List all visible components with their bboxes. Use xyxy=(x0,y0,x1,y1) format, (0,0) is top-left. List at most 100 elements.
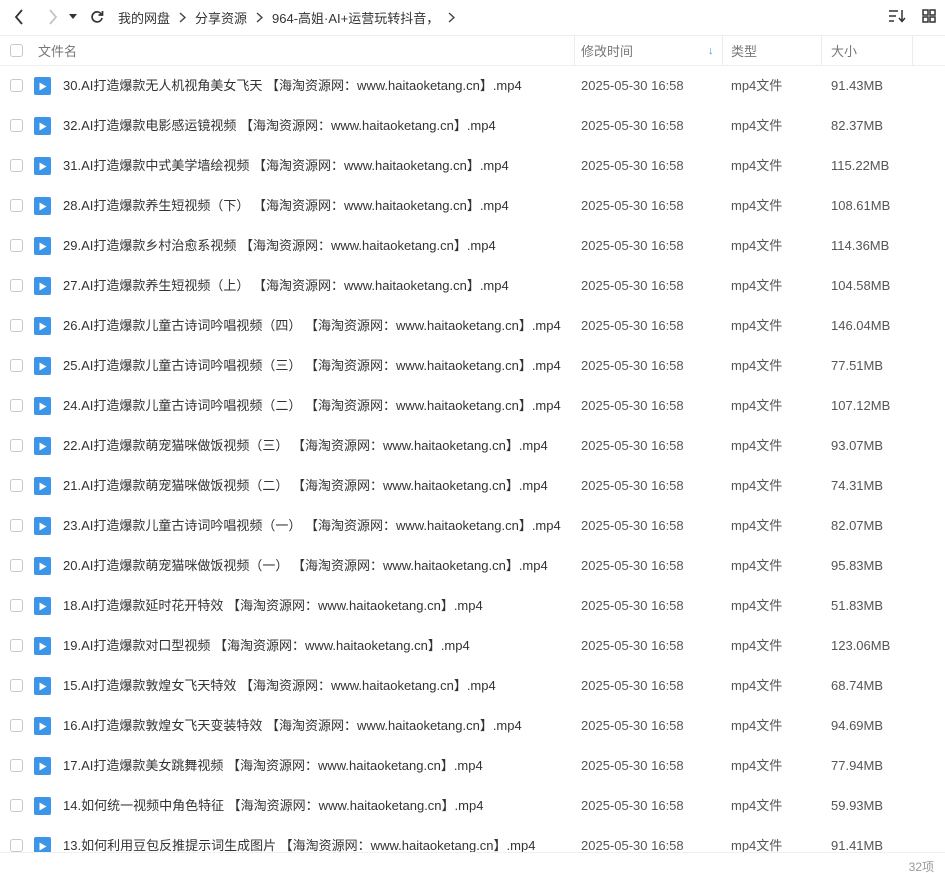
file-modified: 2025-05-30 16:58 xyxy=(581,518,684,533)
file-size: 77.94MB xyxy=(831,758,884,773)
row-checkbox[interactable] xyxy=(10,399,23,412)
table-row[interactable]: 24.AI打造爆款儿童古诗词吟唱视频（二） 【海淘资源网：www.haitaok… xyxy=(0,386,945,426)
video-file-icon xyxy=(34,357,51,375)
row-checkbox[interactable] xyxy=(10,319,23,332)
file-name[interactable]: 26.AI打造爆款儿童古诗词吟唱视频（四） 【海淘资源网：www.haitaok… xyxy=(63,306,561,346)
row-checkbox[interactable] xyxy=(10,359,23,372)
column-divider[interactable] xyxy=(821,36,822,65)
table-row[interactable]: 14.如何统一视频中角色特征 【海淘资源网：www.haitaoketang.c… xyxy=(0,786,945,826)
column-header-name[interactable]: 文件名 xyxy=(38,36,77,65)
file-name[interactable]: 17.AI打造爆款美女跳舞视频 【海淘资源网：www.haitaoketang.… xyxy=(63,746,483,786)
row-checkbox[interactable] xyxy=(10,719,23,732)
file-name[interactable]: 28.AI打造爆款养生短视频（下） 【海淘资源网：www.haitaoketan… xyxy=(63,186,509,226)
chevron-right-icon xyxy=(179,11,187,23)
table-row[interactable]: 15.AI打造爆款敦煌女飞天特效 【海淘资源网：www.haitaoketang… xyxy=(0,666,945,706)
table-row[interactable]: 29.AI打造爆款乡村治愈系视频 【海淘资源网：www.haitaoketang… xyxy=(0,226,945,266)
file-name[interactable]: 23.AI打造爆款儿童古诗词吟唱视频（一） 【海淘资源网：www.haitaok… xyxy=(63,506,561,546)
file-type: mp4文件 xyxy=(731,598,783,613)
column-header-size[interactable]: 大小 xyxy=(831,36,857,65)
table-row[interactable]: 17.AI打造爆款美女跳舞视频 【海淘资源网：www.haitaoketang.… xyxy=(0,746,945,786)
row-checkbox[interactable] xyxy=(10,679,23,692)
row-checkbox[interactable] xyxy=(10,639,23,652)
table-row[interactable]: 22.AI打造爆款萌宠猫咪做饭视频（三） 【海淘资源网：www.haitaoke… xyxy=(0,426,945,466)
file-name[interactable]: 16.AI打造爆款敦煌女飞天变装特效 【海淘资源网：www.haitaoketa… xyxy=(63,706,522,746)
table-row[interactable]: 26.AI打造爆款儿童古诗词吟唱视频（四） 【海淘资源网：www.haitaok… xyxy=(0,306,945,346)
file-name[interactable]: 32.AI打造爆款电影感运镜视频 【海淘资源网：www.haitaoketang… xyxy=(63,106,496,146)
file-size: 74.31MB xyxy=(831,478,884,493)
file-name[interactable]: 21.AI打造爆款萌宠猫咪做饭视频（二） 【海淘资源网：www.haitaoke… xyxy=(63,466,548,506)
breadcrumb-item[interactable]: 分享资源 xyxy=(195,8,247,27)
row-checkbox[interactable] xyxy=(10,199,23,212)
column-header-modified[interactable]: 修改时间 ↓ xyxy=(581,36,721,65)
file-name[interactable]: 20.AI打造爆款萌宠猫咪做饭视频（一） 【海淘资源网：www.haitaoke… xyxy=(63,546,548,586)
row-checkbox[interactable] xyxy=(10,239,23,252)
table-row[interactable]: 28.AI打造爆款养生短视频（下） 【海淘资源网：www.haitaoketan… xyxy=(0,186,945,226)
file-name[interactable]: 24.AI打造爆款儿童古诗词吟唱视频（二） 【海淘资源网：www.haitaok… xyxy=(63,386,561,426)
chevron-right-icon[interactable] xyxy=(448,11,456,23)
table-row[interactable]: 32.AI打造爆款电影感运镜视频 【海淘资源网：www.haitaoketang… xyxy=(0,106,945,146)
toolbar-actions xyxy=(887,6,939,26)
file-name[interactable]: 25.AI打造爆款儿童古诗词吟唱视频（三） 【海淘资源网：www.haitaok… xyxy=(63,346,561,386)
back-button[interactable] xyxy=(6,4,32,30)
table-row[interactable]: 13.如何利用豆包反推提示词生成图片 【海淘资源网：www.haitaoketa… xyxy=(0,826,945,852)
file-type: mp4文件 xyxy=(731,638,783,653)
column-header-type[interactable]: 类型 xyxy=(731,36,757,65)
forward-button[interactable] xyxy=(40,4,66,30)
row-checkbox[interactable] xyxy=(10,799,23,812)
file-size: 51.83MB xyxy=(831,598,884,613)
breadcrumb-item-current[interactable]: 964-高姐·AI+运营玩转抖音， xyxy=(272,8,439,27)
column-divider[interactable] xyxy=(722,36,723,65)
select-all-checkbox[interactable] xyxy=(10,44,23,57)
file-modified: 2025-05-30 16:58 xyxy=(581,598,684,613)
row-checkbox[interactable] xyxy=(10,559,23,572)
file-name[interactable]: 27.AI打造爆款养生短视频（上） 【海淘资源网：www.haitaoketan… xyxy=(63,266,509,306)
file-name[interactable]: 31.AI打造爆款中式美学墙绘视频 【海淘资源网：www.haitaoketan… xyxy=(63,146,509,186)
row-checkbox[interactable] xyxy=(10,759,23,772)
file-list: 30.AI打造爆款无人机视角美女飞天 【海淘资源网：www.haitaoketa… xyxy=(0,66,945,852)
table-row[interactable]: 16.AI打造爆款敦煌女飞天变装特效 【海淘资源网：www.haitaoketa… xyxy=(0,706,945,746)
file-name[interactable]: 22.AI打造爆款萌宠猫咪做饭视频（三） 【海淘资源网：www.haitaoke… xyxy=(63,426,548,466)
row-checkbox[interactable] xyxy=(10,519,23,532)
row-checkbox[interactable] xyxy=(10,479,23,492)
table-row[interactable]: 27.AI打造爆款养生短视频（上） 【海淘资源网：www.haitaoketan… xyxy=(0,266,945,306)
table-row[interactable]: 31.AI打造爆款中式美学墙绘视频 【海淘资源网：www.haitaoketan… xyxy=(0,146,945,186)
column-divider[interactable] xyxy=(912,36,913,65)
file-type: mp4文件 xyxy=(731,198,783,213)
row-checkbox[interactable] xyxy=(10,599,23,612)
refresh-button[interactable] xyxy=(84,4,110,30)
table-row[interactable]: 25.AI打造爆款儿童古诗词吟唱视频（三） 【海淘资源网：www.haitaok… xyxy=(0,346,945,386)
table-row[interactable]: 19.AI打造爆款对口型视频 【海淘资源网：www.haitaoketang.c… xyxy=(0,626,945,666)
history-dropdown[interactable] xyxy=(66,4,80,30)
file-modified: 2025-05-30 16:58 xyxy=(581,838,684,852)
table-row[interactable]: 23.AI打造爆款儿童古诗词吟唱视频（一） 【海淘资源网：www.haitaok… xyxy=(0,506,945,546)
file-name[interactable]: 13.如何利用豆包反推提示词生成图片 【海淘资源网：www.haitaoketa… xyxy=(63,826,535,852)
file-name[interactable]: 19.AI打造爆款对口型视频 【海淘资源网：www.haitaoketang.c… xyxy=(63,626,470,666)
row-checkbox[interactable] xyxy=(10,119,23,132)
toolbar: 我的网盘 分享资源 964-高姐·AI+运营玩转抖音， xyxy=(0,0,945,34)
row-checkbox[interactable] xyxy=(10,839,23,852)
column-divider[interactable] xyxy=(574,36,575,65)
file-name[interactable]: 30.AI打造爆款无人机视角美女飞天 【海淘资源网：www.haitaoketa… xyxy=(63,66,522,106)
column-header-modified-label: 修改时间 xyxy=(581,44,634,59)
row-checkbox[interactable] xyxy=(10,79,23,92)
breadcrumb-item[interactable]: 我的网盘 xyxy=(118,8,170,27)
table-row[interactable]: 21.AI打造爆款萌宠猫咪做饭视频（二） 【海淘资源网：www.haitaoke… xyxy=(0,466,945,506)
view-toggle-button[interactable] xyxy=(919,6,939,26)
row-checkbox[interactable] xyxy=(10,279,23,292)
table-row[interactable]: 30.AI打造爆款无人机视角美女飞天 【海淘资源网：www.haitaoketa… xyxy=(0,66,945,106)
video-file-icon xyxy=(34,117,51,135)
row-checkbox[interactable] xyxy=(10,439,23,452)
scrollbar[interactable] xyxy=(939,66,945,852)
file-name[interactable]: 18.AI打造爆款延时花开特效 【海淘资源网：www.haitaoketang.… xyxy=(63,586,483,626)
file-name[interactable]: 15.AI打造爆款敦煌女飞天特效 【海淘资源网：www.haitaoketang… xyxy=(63,666,496,706)
file-modified: 2025-05-30 16:58 xyxy=(581,78,684,93)
table-row[interactable]: 20.AI打造爆款萌宠猫咪做饭视频（一） 【海淘资源网：www.haitaoke… xyxy=(0,546,945,586)
row-checkbox[interactable] xyxy=(10,159,23,172)
file-name[interactable]: 29.AI打造爆款乡村治愈系视频 【海淘资源网：www.haitaoketang… xyxy=(63,226,496,266)
sort-button[interactable] xyxy=(887,6,907,26)
video-file-icon xyxy=(34,197,51,215)
table-row[interactable]: 18.AI打造爆款延时花开特效 【海淘资源网：www.haitaoketang.… xyxy=(0,586,945,626)
file-name[interactable]: 14.如何统一视频中角色特征 【海淘资源网：www.haitaoketang.c… xyxy=(63,786,483,826)
file-modified: 2025-05-30 16:58 xyxy=(581,318,684,333)
file-type: mp4文件 xyxy=(731,278,783,293)
